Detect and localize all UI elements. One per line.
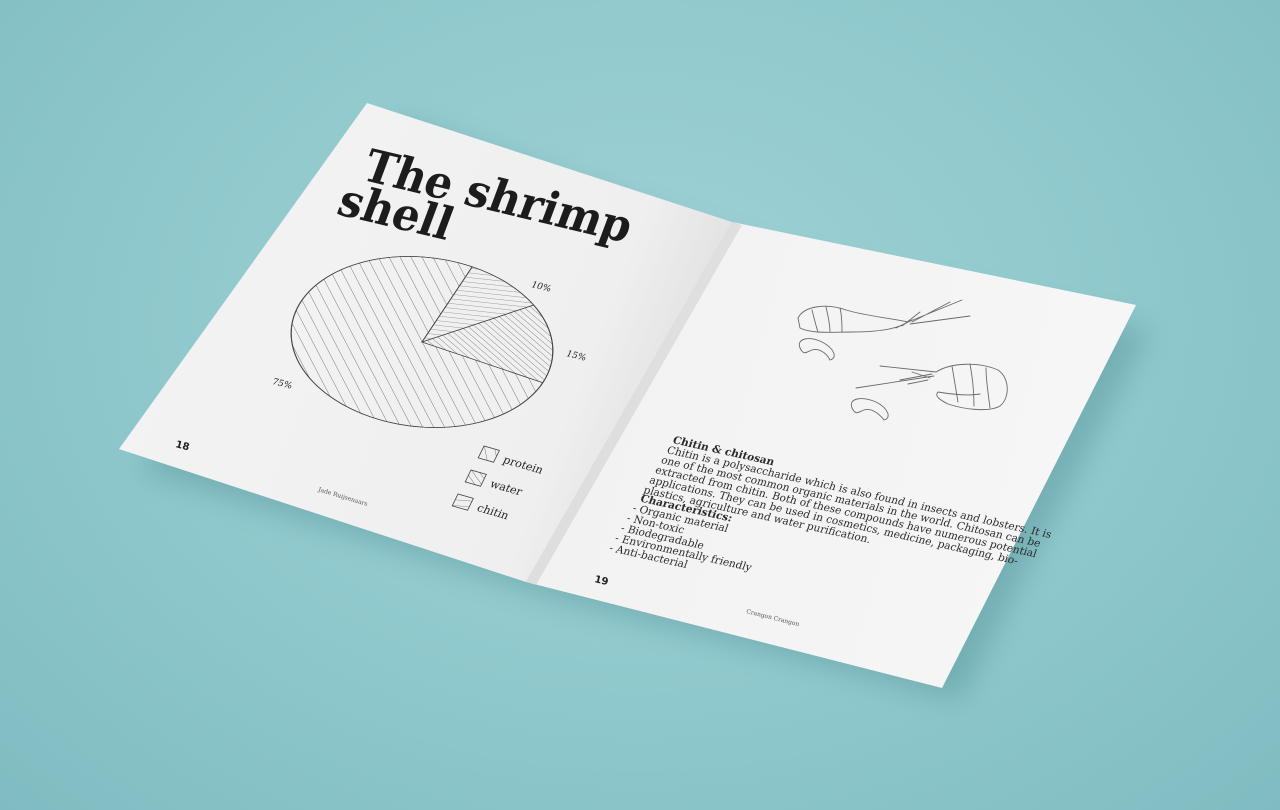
brochure-scene: The shrimp shell 10% 15% 75% protein wat… (119, 103, 1150, 700)
